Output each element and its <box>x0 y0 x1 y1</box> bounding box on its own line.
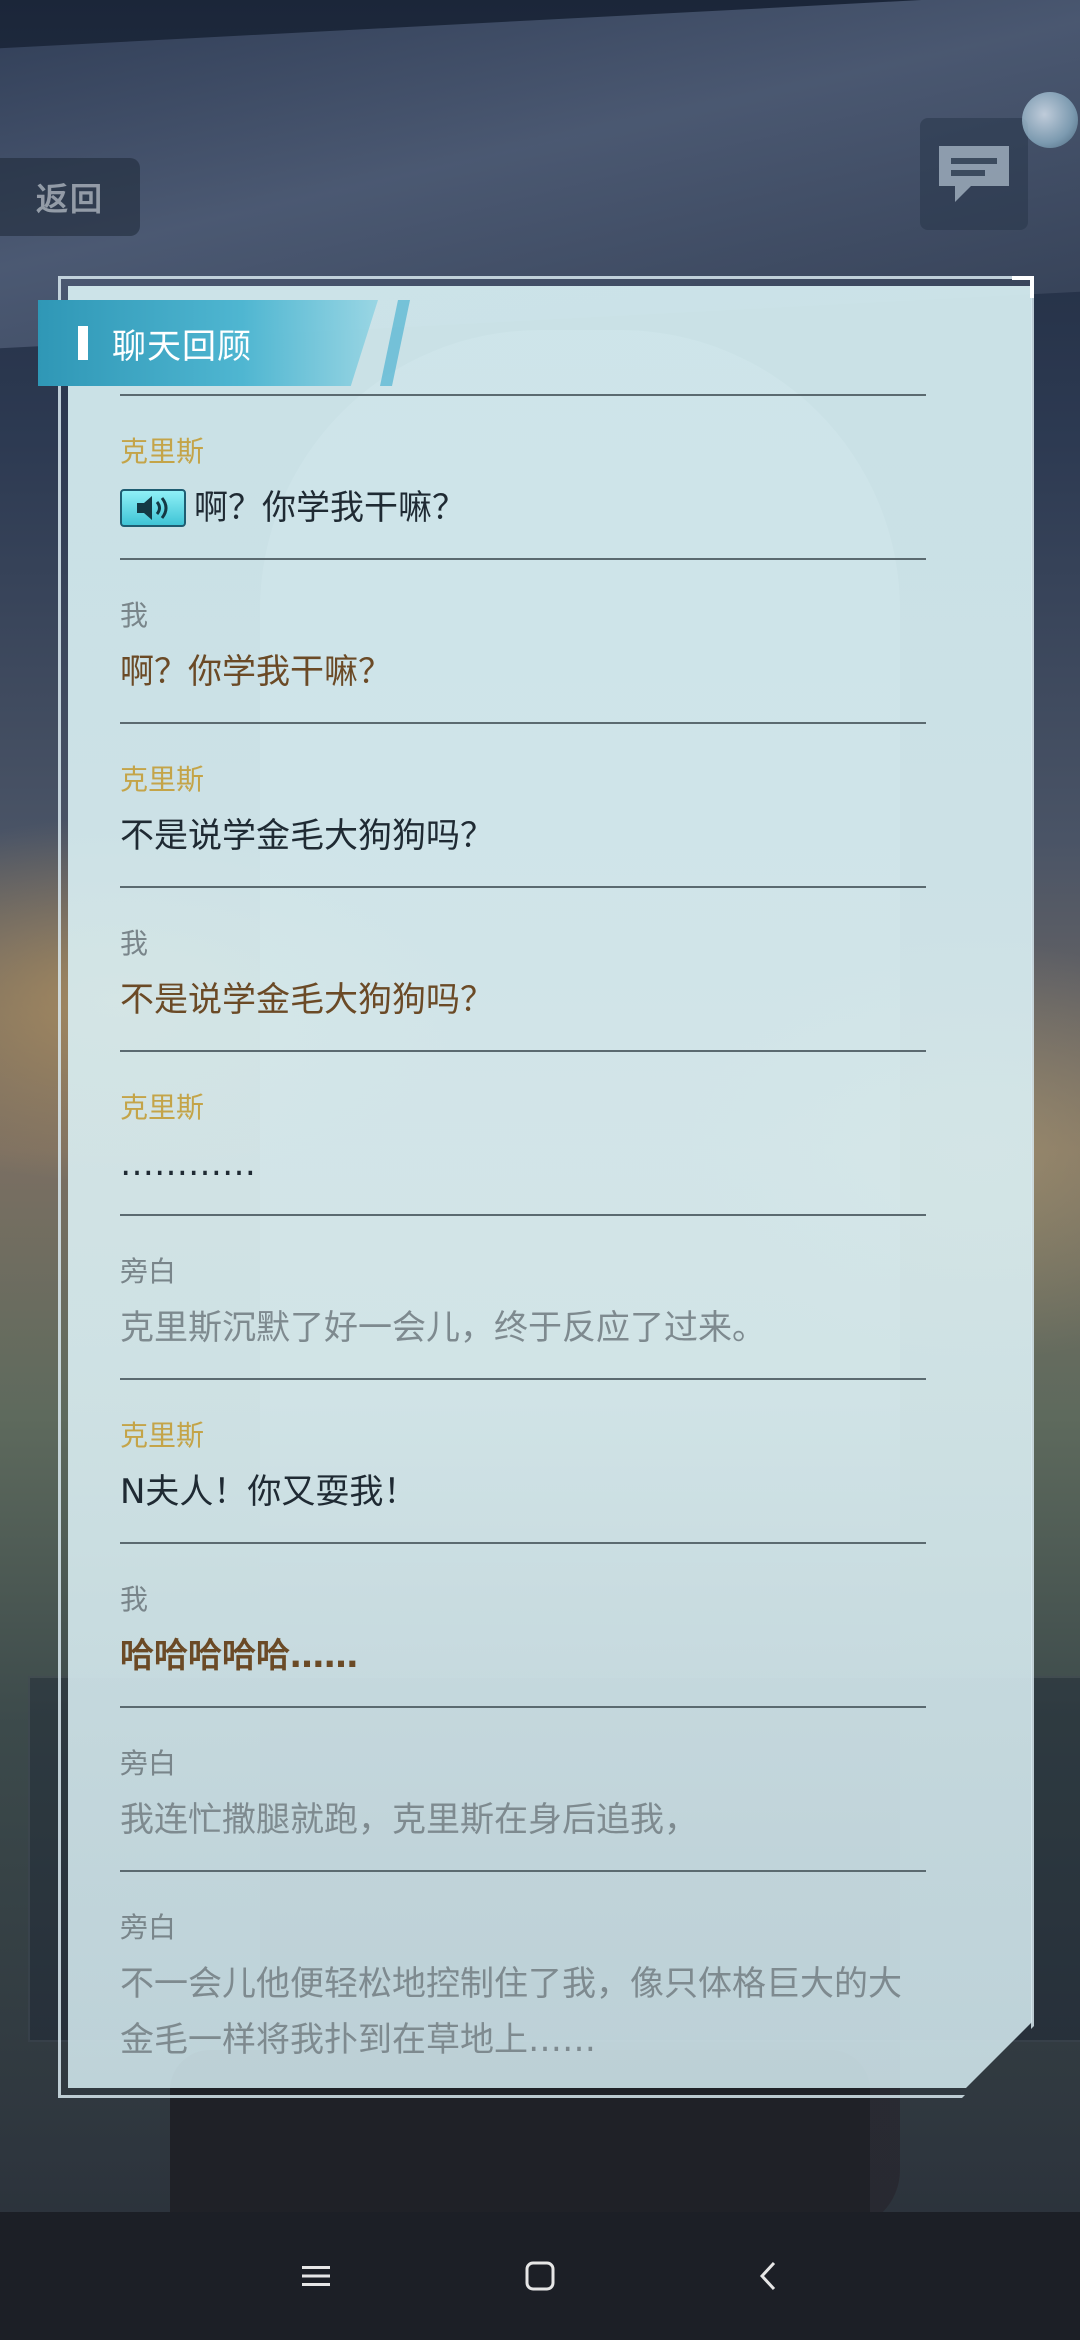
dialogue-text: ………… <box>120 1144 256 1184</box>
back-icon <box>759 2261 776 2291</box>
dialogue-text: 哈哈哈哈哈…… <box>120 1636 358 1676</box>
nav-home-button[interactable] <box>480 2212 600 2340</box>
chat-entry: 我 不是说学金毛大狗狗吗？ <box>120 886 926 1050</box>
speaker-name: 旁白 <box>120 1911 177 1944</box>
speaker-name: 克里斯 <box>120 1091 205 1124</box>
dialogue-text: 不是说学金毛大狗狗吗？ <box>120 816 494 856</box>
nav-back-button[interactable] <box>708 2212 828 2340</box>
speaker-name: 我 <box>120 927 149 960</box>
speaker-icon <box>137 496 168 520</box>
back-button-label: 返回 <box>35 180 104 218</box>
voice-replay-button[interactable] <box>120 489 186 527</box>
chat-entry: 克里斯 ………… <box>120 1050 926 1214</box>
panel-title: 聊天回顾 <box>112 326 252 367</box>
orb-decoration <box>1022 92 1078 148</box>
speaker-name: 旁白 <box>120 1747 177 1780</box>
back-button[interactable]: 返回 <box>0 158 140 236</box>
dialogue-text: 啊？你学我干嘛？ <box>194 488 466 528</box>
chat-entry: 旁白 我连忙撒腿就跑，克里斯在身后追我， <box>120 1706 926 1870</box>
chat-entry: 克里斯 不是说学金毛大狗狗吗？ <box>120 722 926 886</box>
chat-log-button[interactable] <box>920 118 1028 230</box>
speaker-name: 克里斯 <box>120 1419 205 1452</box>
chat-entry: 克里斯 啊？你学我干嘛？ <box>120 394 926 558</box>
dialogue-text: N夫人！你又耍我！ <box>120 1472 418 1512</box>
speaker-name: 旁白 <box>120 1255 177 1288</box>
home-icon <box>525 2261 555 2291</box>
chat-entry: 我 啊？你学我干嘛？ <box>120 558 926 722</box>
nav-menu-button[interactable] <box>256 2212 376 2340</box>
chat-entry: 我 哈哈哈哈哈…… <box>120 1542 926 1706</box>
panel-title-tab: 聊天回顾 <box>38 300 378 386</box>
dialogue-text: 不是说学金毛大狗狗吗？ <box>120 980 494 1020</box>
chat-bubble-icon <box>939 146 1009 202</box>
dialogue-text: 不一会儿他便轻松地控制住了我，像只体格巨大的大金毛一样将我扑到在草地上…… <box>120 1964 902 2060</box>
panel-corner-mark <box>1012 276 1034 298</box>
tab-bar-marker <box>78 326 88 360</box>
speaker-name: 克里斯 <box>120 763 205 796</box>
dialogue-text: 啊？你学我干嘛？ <box>120 652 392 692</box>
dialogue-text: 我连忙撒腿就跑，克里斯在身后追我， <box>120 1800 698 1840</box>
chat-entry: 克里斯 N夫人！你又耍我！ <box>120 1378 926 1542</box>
chat-entry: 旁白 克里斯沉默了好一会儿，终于反应了过来。 <box>120 1214 926 1378</box>
chat-review-panel: 聊天回顾 克里斯 啊？你学我干嘛？ 我 啊？你学我干嘛？ 克里斯 不是说学金毛大… <box>38 276 1034 2098</box>
speaker-name: 我 <box>120 599 149 632</box>
chat-history-list[interactable]: 克里斯 啊？你学我干嘛？ 我 啊？你学我干嘛？ 克里斯 不是说学金毛大狗狗吗？ <box>120 394 926 2070</box>
menu-icon <box>302 2266 330 2286</box>
dialogue-text: 克里斯沉默了好一会儿，终于反应了过来。 <box>120 1308 766 1348</box>
speaker-name: 克里斯 <box>120 435 205 468</box>
system-nav-bar <box>0 2212 1080 2340</box>
speaker-name: 我 <box>120 1583 149 1616</box>
dialogue-line: 啊？你学我干嘛？ <box>120 480 466 536</box>
chat-entry: 旁白 不一会儿他便轻松地控制住了我，像只体格巨大的大金毛一样将我扑到在草地上…… <box>120 1870 926 2070</box>
